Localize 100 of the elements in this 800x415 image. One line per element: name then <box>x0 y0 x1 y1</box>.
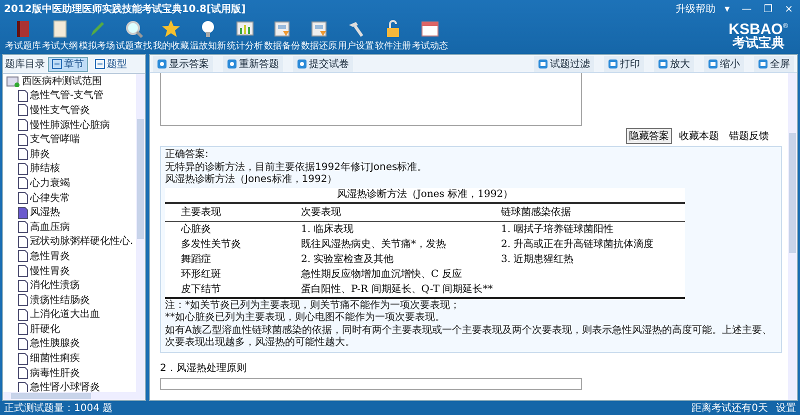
action-button[interactable]: 错题反馈 <box>726 128 772 144</box>
document-icon <box>18 119 28 132</box>
answer-text: 无特异的诊断方法，目前主要依据1992年修订Jones标准。 <box>165 162 428 174</box>
answer-field[interactable] <box>160 73 582 126</box>
toolbar-button[interactable]: 全屏 <box>754 56 794 72</box>
action-icon <box>658 58 668 68</box>
table-cell: 多发性关节炎 <box>181 238 241 250</box>
toolbar-button[interactable]: 考试题库 <box>4 19 41 53</box>
question-count: 正式测试题量：1004 题 <box>4 402 113 415</box>
action-button[interactable]: 收藏本题 <box>676 128 722 144</box>
tree-item[interactable]: 支气管哮喘 <box>6 132 136 147</box>
toolbar-button[interactable]: 提交试卷 <box>293 56 353 72</box>
scrollbar[interactable] <box>136 74 145 392</box>
toolbar-button[interactable]: 模拟考场 <box>78 19 115 53</box>
table-cell: 2. 实验室检查及其他 <box>301 254 394 264</box>
answer-field[interactable] <box>160 378 582 390</box>
toolbar-button[interactable]: 显示答案 <box>153 56 213 72</box>
toolbar-button[interactable]: 试题过滤 <box>534 56 594 72</box>
toolbar-button[interactable]: 试题查找 <box>115 19 152 53</box>
action-icon <box>708 58 718 68</box>
window-control-button[interactable]: — <box>738 4 755 14</box>
tree-item[interactable]: 消化性溃疡 <box>6 278 136 293</box>
table-title: 风湿热诊断方法（Jones 标准，1992） <box>165 188 685 204</box>
window-control-button[interactable]: × <box>782 4 796 14</box>
tree-item[interactable]: 心律失常 <box>6 190 136 206</box>
toolbar-button[interactable]: 温故知新 <box>189 19 226 53</box>
tree-item[interactable]: 风湿热 <box>6 205 136 220</box>
note-text: 如有A族乙型溶血性链球菌感染的依据，同时有两个主要表现或一个主要表现及两个次要表现，则表示急性风湿热的高度可能。上述主要、次要表现出现越多，风湿热的可能性越大。 <box>165 324 773 350</box>
action-button[interactable]: 隐藏答案 <box>626 128 672 144</box>
scrollbar[interactable] <box>3 392 145 400</box>
toolbar-button[interactable]: 缩小 <box>704 56 744 72</box>
tab[interactable]: 章节 <box>48 56 88 72</box>
column-header: 主要表现 <box>181 206 222 220</box>
toolbar-button[interactable]: 放大 <box>654 56 694 72</box>
window-control-button[interactable]: ❐ <box>760 4 776 14</box>
document-icon <box>18 382 28 392</box>
tree-item[interactable]: 急性肾小球肾炎 <box>6 380 136 392</box>
tree-item[interactable]: 慢性胃炎 <box>6 264 136 278</box>
toolbar-button[interactable]: 数据还原 <box>300 19 337 53</box>
settings-link[interactable]: 设置 <box>776 401 796 415</box>
document-icon <box>18 367 28 380</box>
toolbar-button[interactable]: 统计分析 <box>226 19 263 53</box>
action-icon <box>758 58 768 68</box>
tree-item[interactable]: 病毒性肝炎 <box>6 366 136 380</box>
toolbar-button[interactable]: 考试动态 <box>411 19 448 53</box>
action-icon <box>538 58 548 68</box>
tree-item[interactable]: 冠状动脉粥样硬化性心. <box>6 234 136 250</box>
question-text: 2．风湿热处理原则 <box>160 362 248 374</box>
action-icon <box>157 58 167 68</box>
action-icon <box>227 58 237 68</box>
tree-item[interactable]: 细菌性痢疾 <box>6 351 136 366</box>
document-icon <box>18 236 28 248</box>
toolbar-button[interactable]: 打印 <box>604 56 644 72</box>
toolbar-button[interactable]: 重新答题 <box>223 56 283 72</box>
document-icon <box>18 221 28 234</box>
tree-item[interactable]: 上消化道大出血 <box>6 308 136 322</box>
document-icon <box>18 206 28 219</box>
window-control-button[interactable]: ▾ <box>722 4 733 14</box>
tree-item[interactable]: 心力衰竭 <box>6 176 136 191</box>
note-text: **如心脏炎已列为主要表现，则心电图不能作为一项次要表现。 <box>165 312 446 324</box>
document-icon <box>18 177 28 190</box>
tab[interactable]: 题型 <box>91 56 131 72</box>
panel-title: 题库目录 <box>5 58 45 71</box>
action-icon <box>297 58 307 68</box>
tree-item[interactable]: 肺结核 <box>6 162 136 176</box>
calendar-icon <box>420 19 440 39</box>
answer-text: 风湿热诊断方法（Jones标准，1992） <box>165 174 338 186</box>
toolbar-button[interactable]: 考试大纲 <box>41 19 78 53</box>
document-icon <box>18 308 28 321</box>
tree-item[interactable]: 肝硬化 <box>6 322 136 337</box>
document-icon <box>18 265 28 278</box>
folder-icon <box>6 75 20 88</box>
table-cell: 舞蹈症 <box>181 254 211 264</box>
search-icon <box>124 19 144 39</box>
document-icon <box>18 250 28 262</box>
list-icon <box>52 59 62 69</box>
tree-item[interactable]: 高血压病 <box>6 220 136 235</box>
document-icon <box>18 104 28 116</box>
note-text: 注：*如关节炎已列为主要表现，则关节痛不能作为一项次要表现； <box>165 300 461 312</box>
toolbar-button[interactable]: 数据备份 <box>263 19 300 53</box>
toolbar-button[interactable]: 用户设置 <box>337 19 374 53</box>
tree-item[interactable]: 急性胃炎 <box>6 249 136 264</box>
tree-item[interactable]: 慢性支气管炎 <box>6 103 136 118</box>
table-cell: 蛋白阳性、P-R 间期延长、Q-T 间期延长** <box>301 284 493 294</box>
tree-item[interactable]: 溃疡性结肠炎 <box>6 292 136 308</box>
document-icon <box>18 192 28 204</box>
tree-item[interactable]: 急性气管-支气管 <box>6 88 136 104</box>
table-cell: 既往风湿热病史、关节痛*，发热 <box>301 238 446 250</box>
window-title: 2012版中医助理医师实践技能考试宝典10.8[试用版] <box>4 2 246 16</box>
table-cell: 皮下结节 <box>181 284 221 294</box>
tree-item[interactable]: 肺炎 <box>6 146 136 162</box>
tree-item[interactable]: 慢性肺源性心脏病 <box>6 118 136 132</box>
scrollbar[interactable] <box>788 73 797 400</box>
upgrade-help-link[interactable]: 升级帮助 <box>676 2 716 16</box>
document-icon <box>18 162 28 175</box>
toolbar-button[interactable]: 我的收藏 <box>152 19 189 53</box>
tree-item[interactable]: 急性胰腺炎 <box>6 336 136 352</box>
toolbar-button[interactable]: 软件注册 <box>374 19 411 53</box>
answer-heading: 正确答案: <box>165 149 210 162</box>
tree-item[interactable]: 西医病种测试范围 <box>6 74 136 89</box>
